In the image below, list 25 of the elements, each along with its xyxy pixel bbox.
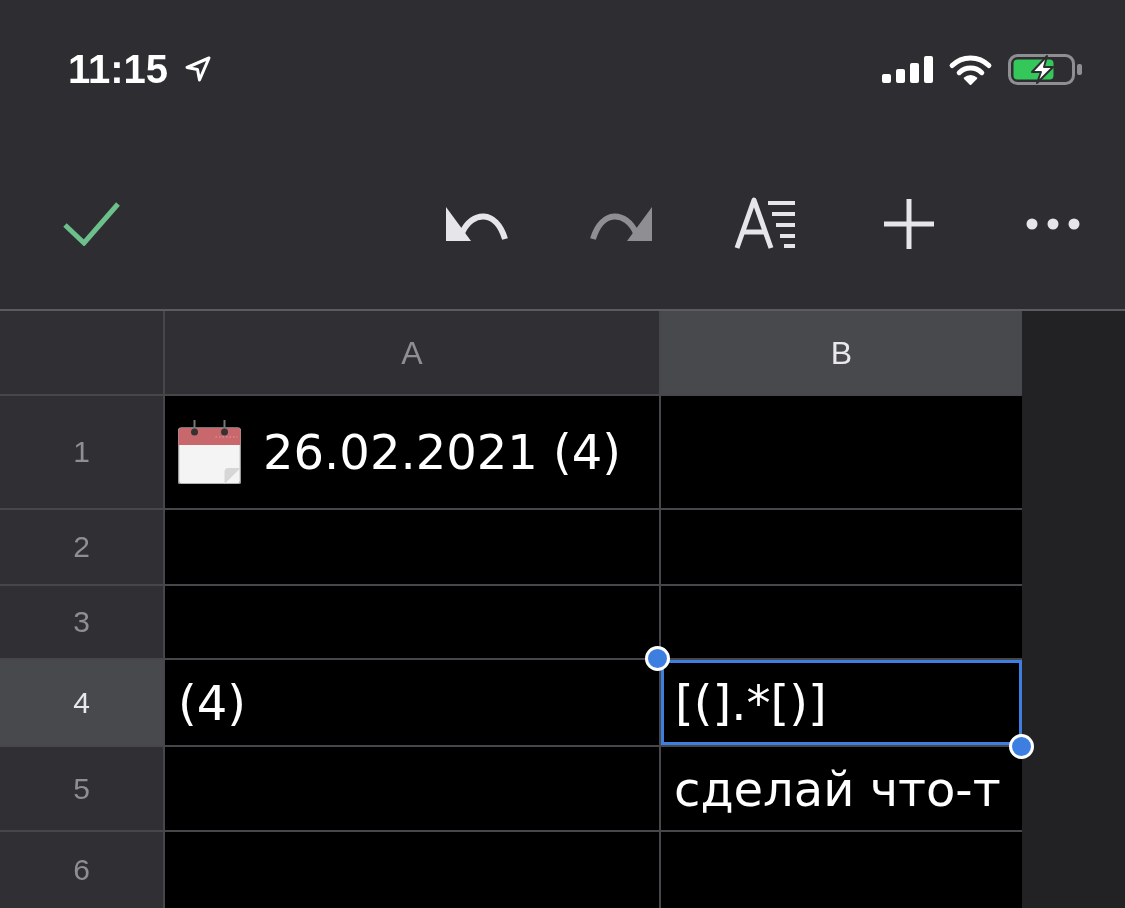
selection-handle[interactable] [1009, 734, 1034, 759]
status-time: 11:15 [68, 49, 169, 89]
spreadsheet-cell[interactable] [661, 510, 1022, 584]
spreadsheet-cell[interactable] [661, 832, 1022, 908]
cell-text: 26.02.2021 (4) [263, 428, 622, 476]
spreadsheet-cell[interactable] [165, 747, 659, 830]
signal-icon [882, 55, 933, 83]
spreadsheet-cell[interactable]: (4) [165, 660, 659, 745]
spreadsheet-cell[interactable] [165, 586, 659, 658]
row-header[interactable]: 1 [0, 396, 163, 508]
spreadsheet-cell[interactable] [661, 586, 1022, 658]
spreadsheet-cell[interactable] [165, 832, 659, 908]
column-header[interactable]: A [165, 311, 659, 394]
row-header[interactable]: 5 [0, 747, 163, 830]
spreadsheet-cell[interactable]: 26.02.2021 (4) [165, 396, 659, 508]
calendar-icon [178, 420, 241, 484]
spreadsheet-cell[interactable]: [(].*[)] [661, 660, 1022, 745]
location-arrow-icon [185, 56, 212, 82]
spreadsheet-cell[interactable]: сделай что-т [661, 747, 1022, 830]
wifi-icon [948, 53, 993, 85]
spreadsheet-cell[interactable] [661, 396, 1022, 508]
spreadsheet-cell[interactable] [165, 510, 659, 584]
row-header[interactable]: 3 [0, 586, 163, 658]
row-header[interactable]: 2 [0, 510, 163, 584]
row-header[interactable]: 6 [0, 832, 163, 908]
